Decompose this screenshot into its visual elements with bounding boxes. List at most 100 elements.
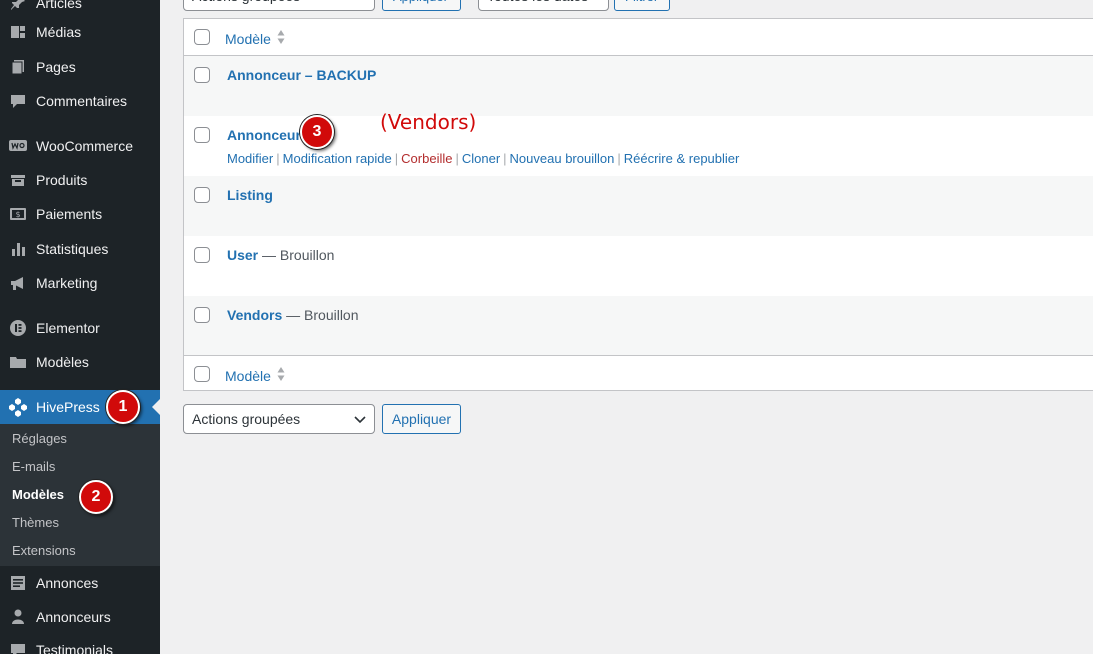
step-badge-2: 2 xyxy=(79,480,113,514)
sidebar-item-label: WooCommerce xyxy=(36,138,133,154)
sidebar-item-pages[interactable]: Pages xyxy=(0,50,160,84)
sidebar-item-medias[interactable]: Médias xyxy=(0,15,160,49)
sidebar-item-annonceurs[interactable]: Annonceurs xyxy=(0,600,160,634)
sort-icon xyxy=(277,366,285,385)
row-title-link[interactable]: User xyxy=(227,247,258,263)
table-row: Annonceur – BACKUP xyxy=(184,56,1093,116)
sidebar-item-commentaires[interactable]: Commentaires xyxy=(0,84,160,118)
sidebar-item-produits[interactable]: Produits xyxy=(0,163,160,197)
sidebar-item-testimonials[interactable]: Testimonials xyxy=(0,633,160,654)
media-icon xyxy=(0,23,36,41)
row-checkbox[interactable] xyxy=(194,247,210,263)
comment-icon xyxy=(0,92,36,110)
sidebar-item-modeles[interactable]: Modèles xyxy=(0,345,160,379)
megaphone-icon xyxy=(0,274,36,292)
select-all-checkbox[interactable] xyxy=(194,29,210,45)
sidebar-item-label: Marketing xyxy=(36,275,98,291)
separator: | xyxy=(455,151,459,166)
svg-text:$: $ xyxy=(15,210,20,219)
column-header-modele[interactable]: Modèle xyxy=(225,29,285,48)
row-checkbox[interactable] xyxy=(194,67,210,83)
products-icon xyxy=(0,171,36,189)
submenu-item-extensions[interactable]: Extensions xyxy=(12,543,76,558)
sidebar-item-woocommerce[interactable]: WooCommerce xyxy=(0,129,160,163)
action-nouveau-brouillon[interactable]: Nouveau brouillon xyxy=(510,151,615,166)
pin-icon xyxy=(0,0,36,12)
row-state: — Brouillon xyxy=(258,247,335,263)
table-row: Listing xyxy=(184,176,1093,236)
submenu-item-themes[interactable]: Thèmes xyxy=(12,515,59,530)
select-all-checkbox-footer[interactable] xyxy=(194,366,210,382)
dates-filter-select[interactable]: Toutes les dates xyxy=(478,0,609,11)
action-modifier[interactable]: Modifier xyxy=(227,151,273,166)
sort-icon xyxy=(277,29,285,48)
hivepress-icon xyxy=(0,397,36,417)
row-title-link[interactable]: Annonceur – BACKUP xyxy=(227,67,376,83)
table-footer: Modèle xyxy=(184,355,1093,392)
column-header-label: Modèle xyxy=(225,30,271,47)
row-checkbox[interactable] xyxy=(194,127,210,143)
elementor-icon xyxy=(0,319,36,337)
action-corbeille[interactable]: Corbeille xyxy=(401,151,452,166)
user-icon xyxy=(0,608,36,626)
submenu-item-emails[interactable]: E-mails xyxy=(12,459,55,474)
listing-icon xyxy=(0,574,36,592)
templates-table: Modèle Annonceur – BACKUP Annonceur Modi… xyxy=(183,18,1093,391)
action-cloner[interactable]: Cloner xyxy=(462,151,500,166)
sidebar-item-label: Testimonials xyxy=(36,642,114,654)
sidebar-item-statistiques[interactable]: Statistiques xyxy=(0,232,160,266)
separator: | xyxy=(394,151,399,166)
table-row: Vendors — Brouillon xyxy=(184,296,1093,356)
row-checkbox[interactable] xyxy=(194,187,210,203)
bottom-bulk-actions-select[interactable]: Actions groupées xyxy=(183,404,375,434)
sidebar-item-label: Pages xyxy=(36,59,76,75)
pages-icon xyxy=(0,58,36,76)
sidebar-item-label: Modèles xyxy=(36,354,89,370)
folder-icon xyxy=(0,353,36,371)
filter-button[interactable]: Filtrer xyxy=(614,0,670,11)
top-bulk-actions-select[interactable]: Actions groupées xyxy=(183,0,375,11)
sidebar-item-label: Produits xyxy=(36,172,88,188)
bottom-apply-button[interactable]: Appliquer xyxy=(382,404,461,434)
table-header: Modèle xyxy=(184,19,1093,56)
row-checkbox[interactable] xyxy=(194,307,210,323)
sidebar-item-label: Articles xyxy=(36,0,82,11)
separator: | xyxy=(503,151,507,166)
sidebar-item-marketing[interactable]: Marketing xyxy=(0,266,160,300)
sidebar-item-label: Annonceurs xyxy=(36,609,111,625)
woo-icon xyxy=(0,138,36,154)
row-actions: Modifier | Modification rapide | Corbeille | C… xyxy=(227,151,739,166)
sidebar-item-label: Paiements xyxy=(36,206,103,222)
active-menu-arrow xyxy=(152,399,160,415)
submenu-item-modeles[interactable]: Modèles xyxy=(12,487,64,502)
admin-sidebar: Articles Médias Pages Commentaires WooCo… xyxy=(0,0,160,654)
step-badge-1: 1 xyxy=(106,390,140,424)
separator: | xyxy=(617,151,621,166)
table-row: User — Brouillon xyxy=(184,236,1093,296)
column-header-label: Modèle xyxy=(225,367,271,384)
sidebar-item-label: Elementor xyxy=(36,320,100,336)
row-title-link[interactable]: Listing xyxy=(227,187,273,203)
column-footer-modele[interactable]: Modèle xyxy=(225,366,285,385)
sidebar-item-label: Commentaires xyxy=(36,93,128,109)
chevron-down-icon xyxy=(354,411,366,427)
sidebar-item-elementor[interactable]: Elementor xyxy=(0,311,160,345)
bulk-select-value: Actions groupées xyxy=(192,411,301,427)
vendors-annotation: (Vendors) xyxy=(380,110,477,134)
testimonial-icon xyxy=(0,641,36,654)
sidebar-item-label: HivePress xyxy=(36,399,100,415)
stats-icon xyxy=(0,240,36,258)
row-title-link[interactable]: Vendors xyxy=(227,307,282,323)
sidebar-item-paiements[interactable]: $ Paiements xyxy=(0,197,160,231)
sidebar-item-label: Médias xyxy=(36,24,82,40)
top-apply-button[interactable]: Appliquer xyxy=(382,0,461,11)
row-title-link[interactable]: Annonceur xyxy=(227,127,301,143)
action-modification-rapide[interactable]: Modification rapide xyxy=(283,151,392,166)
sidebar-item-annonces[interactable]: Annonces xyxy=(0,566,160,600)
payments-icon: $ xyxy=(0,205,36,223)
row-state: — Brouillon xyxy=(282,307,359,323)
step-badge-3: 3 xyxy=(300,115,334,149)
submenu-item-reglages[interactable]: Réglages xyxy=(12,431,67,446)
separator: | xyxy=(276,151,280,166)
action-reecrire-republier[interactable]: Réécrire & republier xyxy=(624,151,740,166)
